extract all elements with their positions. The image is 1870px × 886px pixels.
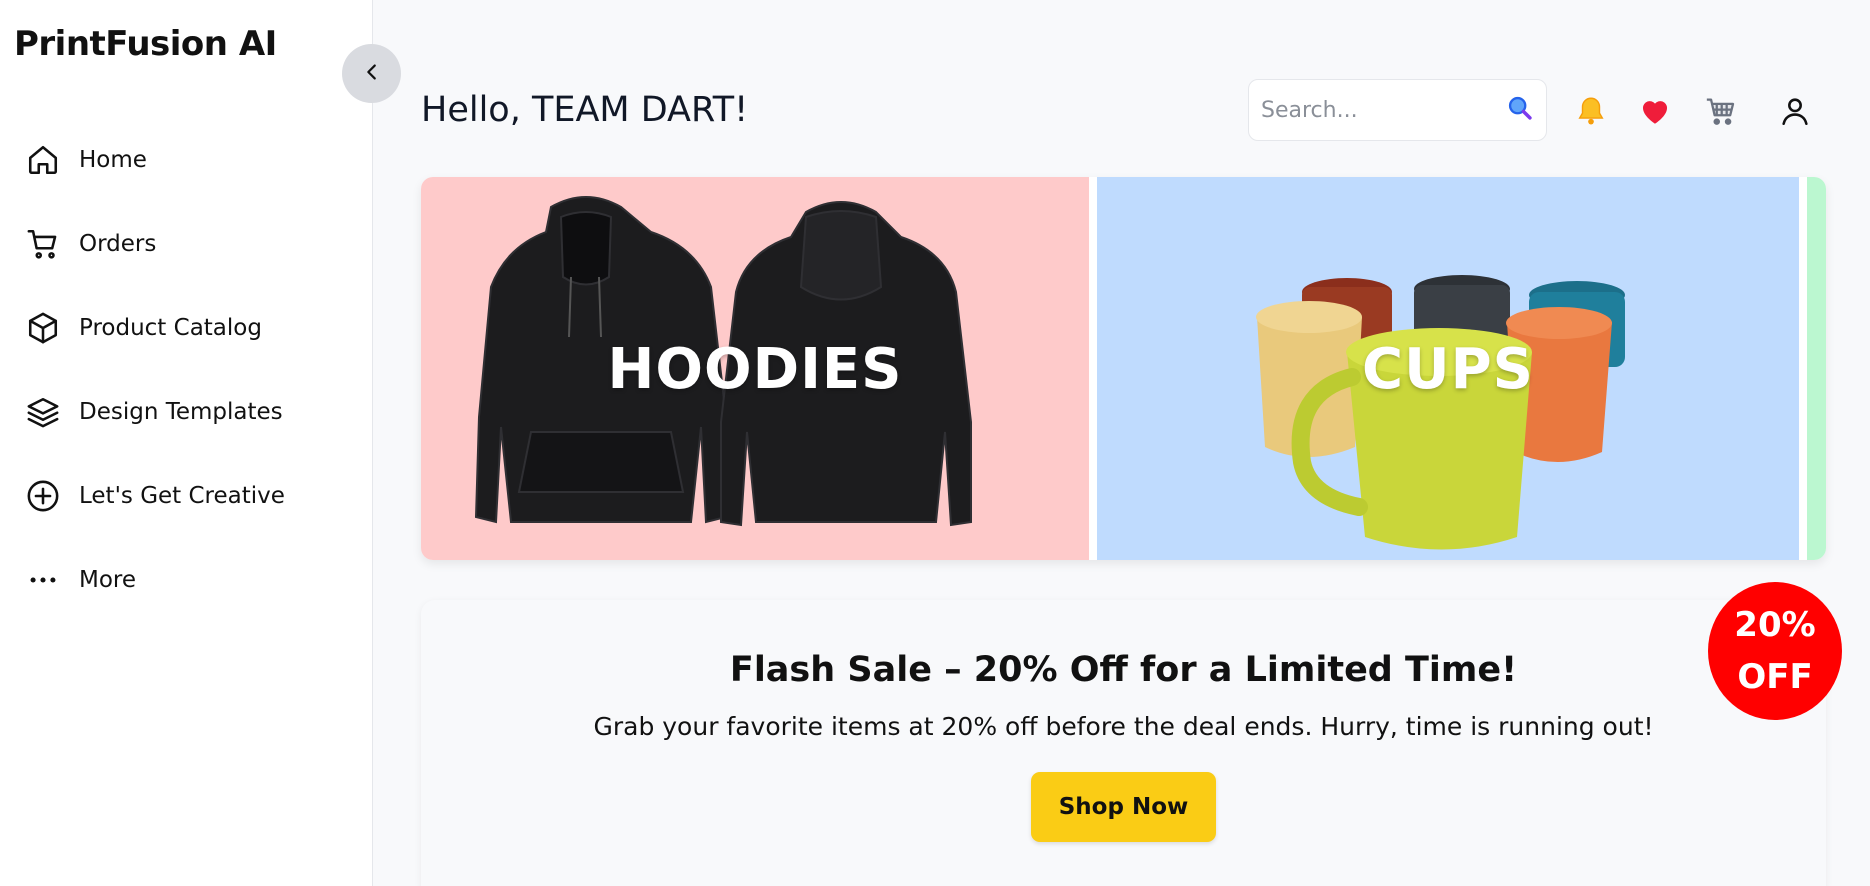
search-icon[interactable] (1506, 94, 1534, 126)
layers-icon (24, 393, 62, 431)
sidebar-item-lets-get-creative[interactable]: Let's Get Creative (0, 454, 373, 538)
heart-icon[interactable] (1636, 92, 1674, 130)
sidebar-item-label: Orders (79, 231, 157, 257)
search-box[interactable] (1248, 79, 1547, 141)
badge-off: OFF (1737, 657, 1813, 697)
carousel-slide-cups[interactable]: CUPS (1097, 177, 1799, 560)
shop-now-button[interactable]: Shop Now (1031, 772, 1216, 842)
sidebar: PrintFusion AI Home Orders Product Catal… (0, 0, 373, 886)
sidebar-item-design-templates[interactable]: Design Templates (0, 370, 373, 454)
more-dots-icon (24, 561, 62, 599)
chevron-left-icon (361, 61, 383, 86)
promo-title: Flash Sale – 20% Off for a Limited Time! (729, 650, 1518, 690)
hero-carousel[interactable]: HOODIES CUPS (421, 177, 1826, 560)
box-icon (24, 309, 62, 347)
cart-icon (24, 225, 62, 263)
home-icon (24, 141, 62, 179)
bell-icon[interactable] (1572, 92, 1610, 130)
sidebar-item-label: Let's Get Creative (79, 483, 285, 509)
sidebar-item-home[interactable]: Home (0, 118, 373, 202)
discount-badge: 20% OFF (1708, 582, 1842, 720)
carousel-slide-next[interactable] (1807, 177, 1826, 560)
page-greeting: Hello, TEAM DART! (421, 90, 749, 130)
sidebar-item-product-catalog[interactable]: Product Catalog (0, 286, 373, 370)
sidebar-nav: Home Orders Product Catalog Design Templ… (0, 118, 373, 622)
sidebar-item-label: Home (79, 147, 147, 173)
sidebar-item-label: Product Catalog (79, 315, 262, 341)
brand-logo[interactable]: PrintFusion AI (14, 24, 277, 64)
shopping-cart-icon[interactable] (1702, 92, 1740, 130)
sidebar-item-label: Design Templates (79, 399, 283, 425)
sidebar-item-more[interactable]: More (0, 538, 373, 622)
plus-circle-icon (24, 477, 62, 515)
carousel-slide-hoodies[interactable]: HOODIES (421, 177, 1089, 560)
sidebar-item-orders[interactable]: Orders (0, 202, 373, 286)
carousel-slide-label: CUPS (1362, 337, 1534, 402)
carousel-slide-label: HOODIES (607, 337, 903, 402)
flash-sale-card: Flash Sale – 20% Off for a Limited Time!… (421, 600, 1826, 886)
badge-percent: 20% (1734, 605, 1816, 645)
promo-text: Grab your favorite items at 20% off befo… (593, 712, 1654, 741)
sidebar-collapse-button[interactable] (342, 44, 401, 103)
user-icon[interactable] (1776, 92, 1814, 130)
search-input[interactable] (1261, 97, 1506, 123)
sidebar-item-label: More (79, 567, 137, 593)
